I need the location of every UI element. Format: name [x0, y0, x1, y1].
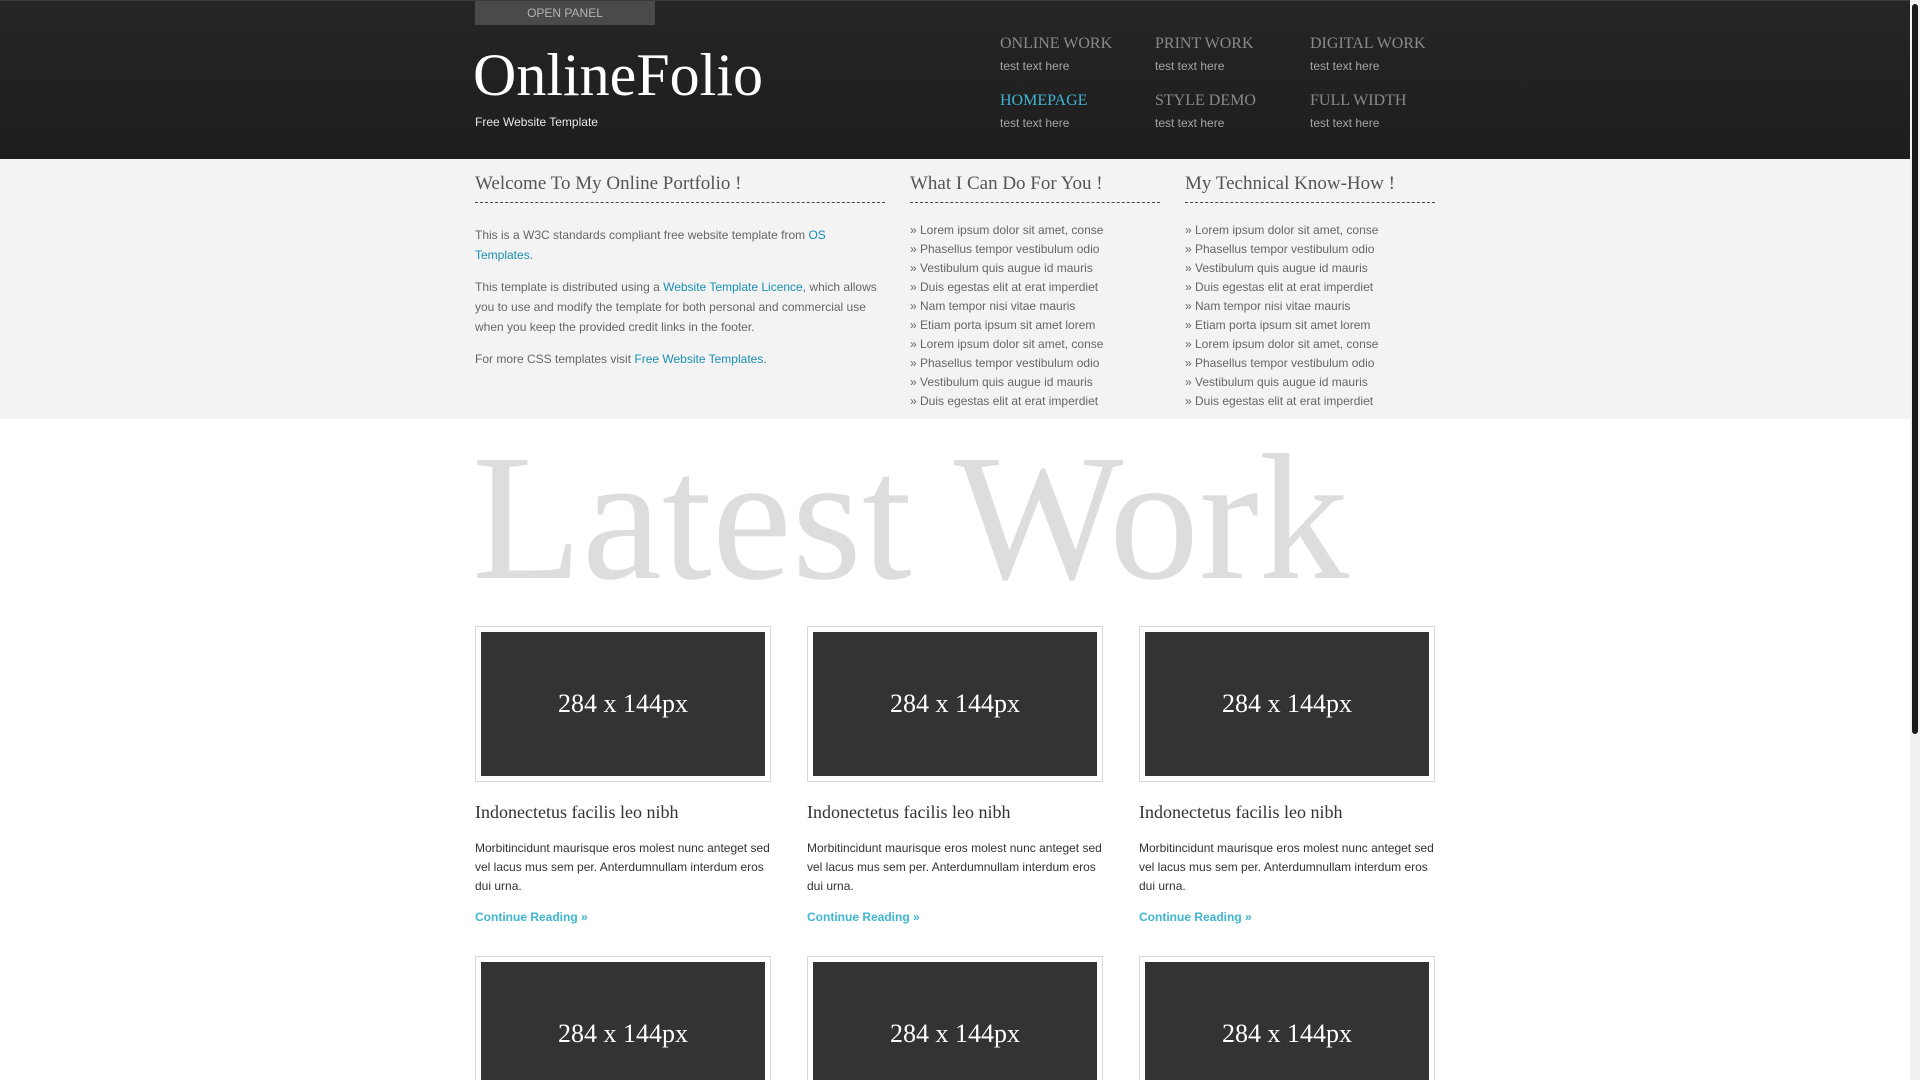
licence-paragraph: This template is distributed using a Web…: [475, 277, 885, 337]
site-logo[interactable]: OnlineFolio: [473, 41, 763, 110]
list-item: » Duis egestas elit at erat imperdiet: [910, 394, 1099, 408]
site-header: OPEN PANEL OnlineFolio Free Website Temp…: [0, 0, 1910, 159]
list-item: » Phasellus tempor vestibulum odio: [1185, 242, 1375, 256]
portfolio-card: 284 x 144px: [807, 956, 1103, 1080]
templates-paragraph: For more CSS templates visit Free Websit…: [475, 349, 885, 369]
nav-item-print-work[interactable]: PRINT WORK test text here: [1155, 35, 1305, 73]
portfolio-thumbnail[interactable]: 284 x 144px: [475, 626, 771, 782]
list-item: » Etiam porta ipsum sit amet lorem: [910, 318, 1096, 332]
nav-item-title: HOMEPAGE: [1000, 92, 1088, 109]
nav-item-homepage[interactable]: HOMEPAGE test text here: [1000, 92, 1150, 130]
welcome-column: Welcome To My Online Portfolio ! This is…: [475, 173, 885, 369]
thumbnail-placeholder: 284 x 144px: [1145, 962, 1429, 1080]
list-item: » Lorem ipsum dolor sit amet, conse: [910, 337, 1104, 351]
nav-item-subtitle: test text here: [1155, 59, 1225, 73]
portfolio-thumbnail[interactable]: 284 x 144px: [475, 956, 771, 1080]
paragraph-text: This is a W3C standards compliant free w…: [475, 228, 809, 242]
nav-item-subtitle: test text here: [1155, 116, 1225, 130]
continue-reading-link[interactable]: Continue Reading »: [1139, 910, 1252, 924]
nav-item-title: FULL WIDTH: [1310, 92, 1407, 109]
nav-item-style-demo[interactable]: STYLE DEMO test text here: [1155, 92, 1305, 130]
scrollbar-thumb[interactable]: [1912, 4, 1918, 734]
list-item: » Phasellus tempor vestibulum odio: [910, 242, 1100, 256]
services-list: » Lorem ipsum dolor sit amet, conse » Ph…: [910, 221, 1160, 411]
site-tagline: Free Website Template: [475, 115, 598, 129]
paragraph-text: This template is distributed using a: [475, 280, 664, 294]
list-item: » Vestibulum quis augue id mauris: [1185, 261, 1368, 275]
vertical-scrollbar[interactable]: [1910, 0, 1920, 1080]
portfolio-card: 284 x 144px: [475, 956, 771, 1080]
list-item: » Phasellus tempor vestibulum odio: [910, 356, 1100, 370]
welcome-heading: Welcome To My Online Portfolio !: [475, 173, 885, 203]
knowhow-list: » Lorem ipsum dolor sit amet, conse » Ph…: [1185, 221, 1435, 411]
nav-item-title: DIGITAL WORK: [1310, 35, 1426, 52]
list-item: » Lorem ipsum dolor sit amet, conse: [910, 223, 1104, 237]
list-item: » Vestibulum quis augue id mauris: [910, 375, 1093, 389]
continue-reading-link[interactable]: Continue Reading »: [475, 910, 588, 924]
nav-item-title: PRINT WORK: [1155, 35, 1254, 52]
nav-item-subtitle: test text here: [1000, 116, 1070, 130]
card-title: Indonectetus facilis leo nibh: [1139, 802, 1343, 822]
paragraph-text: .: [529, 248, 534, 262]
continue-reading-link[interactable]: Continue Reading »: [807, 910, 920, 924]
nav-item-title: STYLE DEMO: [1155, 92, 1256, 109]
portfolio-thumbnail[interactable]: 284 x 144px: [807, 956, 1103, 1080]
card-title: Indonectetus facilis leo nibh: [475, 802, 679, 822]
thumbnail-placeholder: 284 x 144px: [481, 962, 765, 1080]
services-column: What I Can Do For You ! » Lorem ipsum do…: [910, 173, 1160, 411]
list-item: » Nam tempor nisi vitae mauris: [1185, 299, 1351, 313]
licence-link[interactable]: Website Template Licence: [663, 280, 803, 294]
nav-item-subtitle: test text here: [1310, 59, 1380, 73]
portfolio-card: 284 x 144px Indonectetus facilis leo nib…: [1139, 626, 1435, 926]
portfolio-thumbnail[interactable]: 284 x 144px: [1139, 956, 1435, 1080]
list-item: » Vestibulum quis augue id mauris: [1185, 375, 1368, 389]
nav-item-subtitle: test text here: [1000, 59, 1070, 73]
list-item: » Vestibulum quis augue id mauris: [910, 261, 1093, 275]
list-item: » Lorem ipsum dolor sit amet, conse: [1185, 223, 1379, 237]
list-item: » Duis egestas elit at erat imperdiet: [910, 280, 1099, 294]
nav-item-subtitle: test text here: [1310, 116, 1380, 130]
latest-work-heading: Latest Work: [472, 418, 1349, 617]
list-item: » Etiam porta ipsum sit amet lorem: [1185, 318, 1371, 332]
portfolio-card: 284 x 144px Indonectetus facilis leo nib…: [475, 626, 771, 926]
list-item: » Nam tempor nisi vitae mauris: [910, 299, 1076, 313]
list-item: » Lorem ipsum dolor sit amet, conse: [1185, 337, 1379, 351]
list-item: » Duis egestas elit at erat imperdiet: [1185, 394, 1374, 408]
paragraph-text: For more CSS templates visit: [475, 352, 635, 366]
list-item: » Phasellus tempor vestibulum odio: [1185, 356, 1375, 370]
knowhow-heading: My Technical Know-How !: [1185, 173, 1435, 203]
thumbnail-placeholder: 284 x 144px: [481, 632, 765, 776]
list-item: » Duis egestas elit at erat imperdiet: [1185, 280, 1374, 294]
card-text: Morbitincidunt maurisque eros molest nun…: [1139, 841, 1434, 893]
free-templates-link[interactable]: Free Website Templates: [634, 352, 763, 366]
card-title: Indonectetus facilis leo nibh: [807, 802, 1011, 822]
nav-item-full-width[interactable]: FULL WIDTH test text here: [1310, 92, 1460, 130]
intro-section: Welcome To My Online Portfolio ! This is…: [0, 159, 1910, 419]
nav-item-online-work[interactable]: ONLINE WORK test text here: [1000, 35, 1150, 73]
open-panel-button[interactable]: OPEN PANEL: [475, 1, 655, 25]
thumbnail-placeholder: 284 x 144px: [813, 962, 1097, 1080]
portfolio-thumbnail[interactable]: 284 x 144px: [807, 626, 1103, 782]
knowhow-column: My Technical Know-How ! » Lorem ipsum do…: [1185, 173, 1435, 411]
nav-item-title: ONLINE WORK: [1000, 35, 1113, 52]
card-text: Morbitincidunt maurisque eros molest nun…: [807, 841, 1102, 893]
card-text: Morbitincidunt maurisque eros molest nun…: [475, 841, 770, 893]
portfolio-card: 284 x 144px: [1139, 956, 1435, 1080]
paragraph-text: .: [763, 352, 767, 366]
thumbnail-placeholder: 284 x 144px: [1145, 632, 1429, 776]
welcome-paragraph: This is a W3C standards compliant free w…: [475, 225, 885, 265]
portfolio-card: 284 x 144px Indonectetus facilis leo nib…: [807, 626, 1103, 926]
thumbnail-placeholder: 284 x 144px: [813, 632, 1097, 776]
portfolio-thumbnail[interactable]: 284 x 144px: [1139, 626, 1435, 782]
page: OPEN PANEL OnlineFolio Free Website Temp…: [0, 0, 1910, 1080]
services-heading: What I Can Do For You !: [910, 173, 1160, 203]
nav-item-digital-work[interactable]: DIGITAL WORK test text here: [1310, 35, 1460, 73]
